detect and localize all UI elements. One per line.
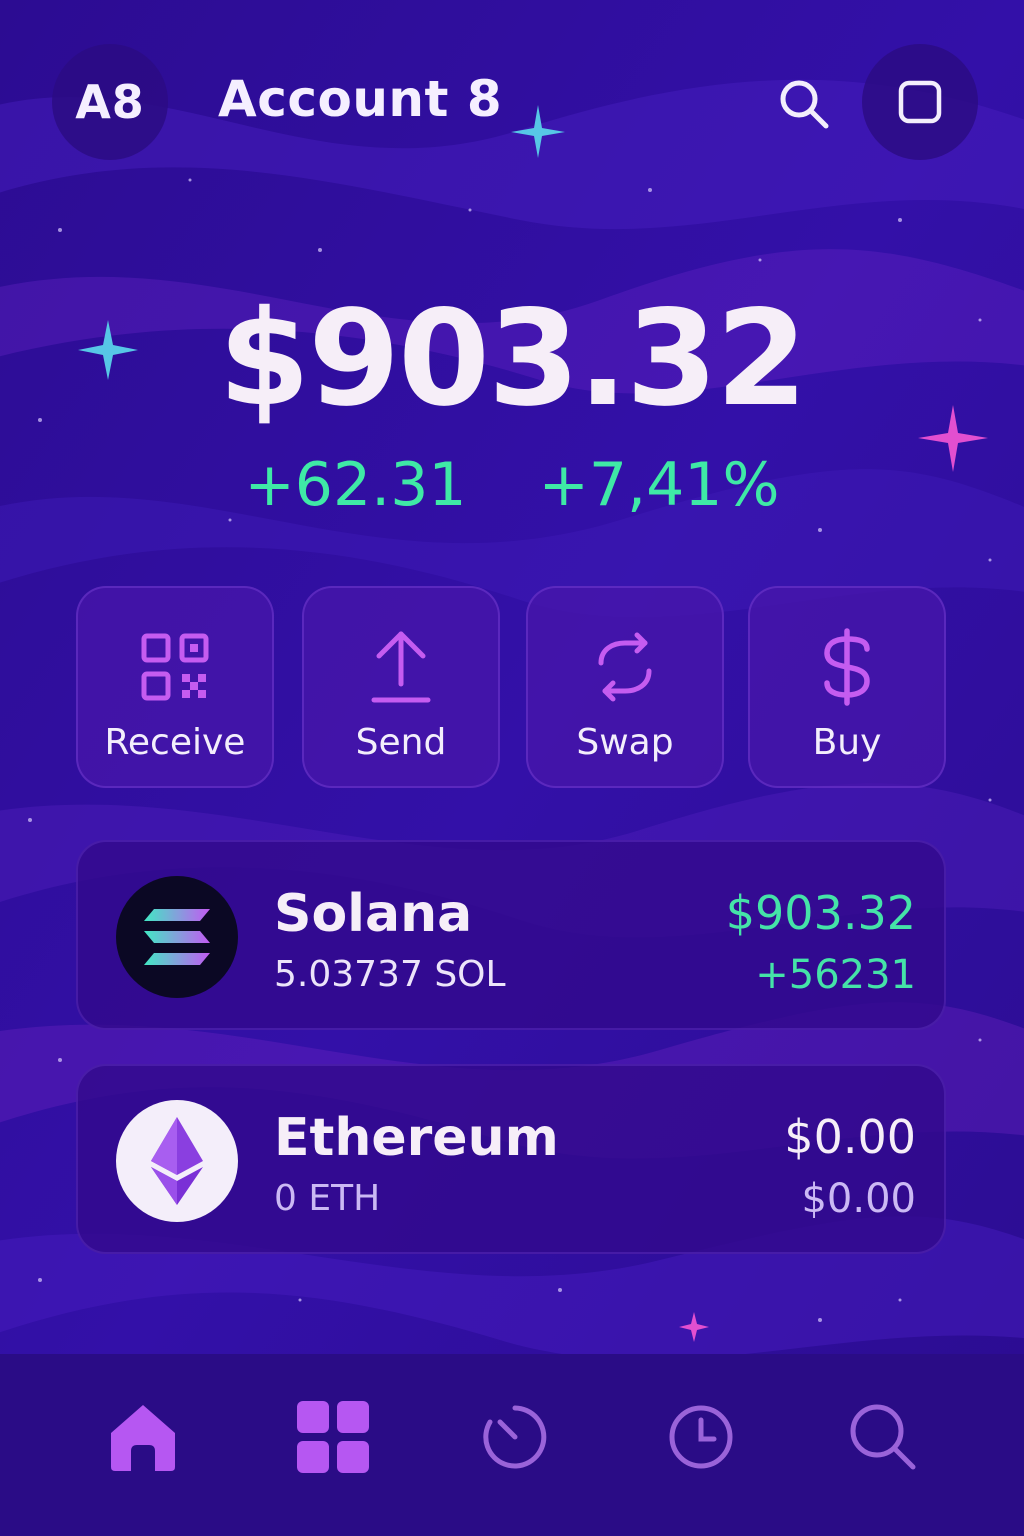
apps-grid-icon (297, 1401, 369, 1473)
header: A8 Account 8 (0, 0, 1024, 200)
balance-change-amount: +62.31 (244, 450, 467, 520)
header-square-button[interactable] (862, 44, 978, 160)
asset-amount: 5.03737 SOL (274, 954, 506, 995)
square-icon (898, 80, 942, 124)
nav-search[interactable] (838, 1392, 928, 1482)
asset-row-ethereum[interactable]: Ethereum 0 ETH $0.00 $0.00 (76, 1064, 946, 1254)
swap-label: Swap (576, 722, 674, 763)
dollar-icon (824, 628, 870, 706)
clock-icon (669, 1405, 733, 1469)
header-search-button[interactable] (766, 66, 842, 142)
nav-apps[interactable] (288, 1392, 378, 1482)
asset-change: $0.00 (801, 1176, 916, 1222)
search-icon (780, 80, 829, 129)
swap-button[interactable]: Swap (526, 586, 724, 788)
search-icon (850, 1404, 916, 1470)
wallet-screen: A8 Account 8 $903.32 +62.31 +7,41% Recei… (0, 0, 1024, 1536)
nav-activity[interactable] (470, 1392, 560, 1482)
receive-label: Receive (104, 722, 246, 763)
solana-logo-icon (116, 876, 238, 998)
balance-change-percent: +7,41% (538, 450, 780, 520)
nav-history[interactable] (656, 1392, 746, 1482)
asset-value: $0.00 (784, 1110, 916, 1164)
home-icon (111, 1405, 175, 1471)
receive-button[interactable]: Receive (76, 586, 274, 788)
asset-change: +56231 (755, 952, 916, 998)
account-avatar[interactable]: A8 (52, 44, 168, 160)
balance-change-row: +62.31 +7,41% (0, 450, 1024, 520)
asset-name: Solana (274, 884, 473, 944)
asset-row-solana[interactable]: Solana 5.03737 SOL $903.32 +56231 (76, 840, 946, 1030)
nav-home[interactable] (98, 1392, 188, 1482)
account-name[interactable]: Account 8 (218, 70, 502, 128)
buy-label: Buy (812, 722, 882, 763)
asset-value: $903.32 (725, 886, 916, 940)
activity-icon (483, 1405, 547, 1469)
swap-arrows-icon (598, 632, 652, 702)
send-button[interactable]: Send (302, 586, 500, 788)
total-balance: $903.32 (218, 282, 807, 436)
action-buttons: Receive Send Swap Buy (76, 586, 948, 790)
send-label: Send (355, 722, 447, 763)
buy-button[interactable]: Buy (748, 586, 946, 788)
bottom-nav (0, 1354, 1024, 1536)
asset-amount: 0 ETH (274, 1178, 381, 1219)
ethereum-logo-icon (116, 1100, 238, 1222)
qr-code-icon (141, 633, 209, 701)
upload-arrow-icon (371, 631, 431, 703)
asset-name: Ethereum (274, 1108, 559, 1168)
